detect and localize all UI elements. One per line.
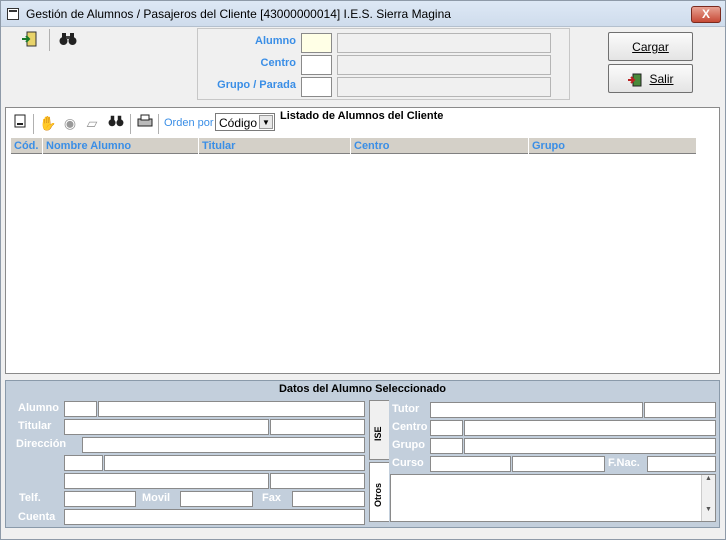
alumno-name-field[interactable] — [98, 401, 365, 417]
grupo-name-field — [337, 77, 551, 97]
detail-title: Datos del Alumno Seleccionado — [278, 383, 447, 395]
toolbar-separator — [33, 114, 34, 134]
eraser-icon[interactable]: ▱ — [82, 113, 102, 133]
chevron-up-icon[interactable]: ▲ — [702, 475, 715, 482]
movil-label: Movil — [142, 492, 171, 504]
orden-label: Orden por — [164, 117, 214, 129]
orden-value: Código — [219, 116, 258, 130]
titular-label: Titular — [18, 420, 52, 432]
fnac-field[interactable] — [647, 456, 716, 472]
fax-label: Fax — [262, 492, 281, 504]
titular-extra-field[interactable] — [270, 419, 365, 435]
chevron-down-icon[interactable]: ▼ — [259, 115, 273, 129]
alumno-label: Alumno — [255, 35, 296, 47]
binoculars-icon[interactable] — [55, 28, 81, 50]
scrollbar[interactable]: ▲ ▼ — [701, 475, 715, 521]
centro-code-field[interactable] — [430, 420, 463, 436]
tab-ise[interactable]: ISE — [369, 400, 389, 460]
titular-field[interactable] — [64, 419, 269, 435]
col-nombre[interactable]: Nombre Alumno — [43, 138, 199, 154]
col-grupo[interactable]: Grupo — [529, 138, 696, 154]
cargar-button[interactable]: Cargar — [608, 32, 693, 61]
eye-icon[interactable]: ◉ — [60, 113, 80, 133]
centro-name-field — [337, 55, 551, 75]
tutor-field[interactable] — [430, 402, 643, 418]
grupo-name-field[interactable] — [464, 438, 716, 454]
curso-field[interactable] — [430, 456, 511, 472]
provincia-field[interactable] — [64, 473, 269, 489]
tutor-label: Tutor — [392, 403, 420, 415]
tab-otros[interactable]: Otros — [369, 462, 389, 522]
student-list-panel: ✋ ◉ ▱ Orden por Código ▼ Listado de Alum… — [5, 107, 720, 374]
cp-field[interactable] — [64, 455, 103, 471]
title-bar: Gestión de Alumnos / Pasajeros del Clien… — [1, 1, 725, 27]
print-icon[interactable] — [134, 113, 156, 133]
telf-label: Telf. — [19, 492, 41, 504]
salir-label: Salir — [649, 72, 674, 86]
hand-icon[interactable]: ✋ — [38, 113, 58, 133]
main-window: Gestión de Alumnos / Pasajeros del Clien… — [0, 0, 726, 540]
alumno-code-field[interactable] — [64, 401, 97, 417]
list-title: Listado de Alumnos del Cliente — [280, 110, 444, 122]
close-button[interactable]: X — [691, 6, 721, 23]
toolbar-separator — [130, 114, 131, 134]
detail-panel: Datos del Alumno Seleccionado Alumno Tit… — [5, 380, 720, 528]
poblacion-field[interactable] — [104, 455, 365, 471]
centro-label: Centro — [392, 421, 428, 433]
movil-field[interactable] — [180, 491, 253, 507]
grupo-code-input[interactable] — [301, 77, 332, 97]
cargar-label: Cargar — [632, 40, 669, 54]
curso-extra-field[interactable] — [512, 456, 605, 472]
window-icon — [7, 8, 19, 20]
fax-field[interactable] — [292, 491, 365, 507]
direccion-label: Dirección — [16, 438, 67, 450]
filter-box: Alumno Centro Grupo / Parada — [197, 28, 570, 100]
curso-label: Curso — [392, 457, 424, 469]
salir-button[interactable]: Salir — [608, 64, 693, 93]
exit-icon[interactable] — [17, 28, 43, 50]
toolbar-separator — [49, 29, 50, 51]
orden-select[interactable]: Código ▼ — [215, 113, 275, 131]
new-doc-icon[interactable] — [10, 113, 30, 133]
telf-field[interactable] — [64, 491, 136, 507]
pais-field[interactable] — [270, 473, 365, 489]
cuenta-label: Cuenta — [18, 511, 56, 523]
grupo-code-field[interactable] — [430, 438, 463, 454]
direccion-field[interactable] — [82, 437, 365, 453]
grupo-label: Grupo — [392, 439, 425, 451]
list-header: Cód. Nombre Alumno Titular Centro Grupo — [11, 137, 696, 154]
chevron-down-icon[interactable]: ▼ — [702, 506, 715, 513]
otros-textarea[interactable]: ▲ ▼ — [390, 474, 716, 522]
grupo-label: Grupo / Parada — [217, 79, 296, 91]
centro-name-field[interactable] — [464, 420, 716, 436]
col-cod[interactable]: Cód. — [11, 138, 43, 154]
window-title: Gestión de Alumnos / Pasajeros del Clien… — [26, 7, 451, 21]
alumno-name-field — [337, 33, 551, 53]
col-titular[interactable]: Titular — [199, 138, 351, 154]
col-centro[interactable]: Centro — [351, 138, 529, 154]
alumno-code-input[interactable] — [301, 33, 332, 53]
cuenta-field[interactable] — [64, 509, 365, 525]
tab-ise-label: ISE — [373, 426, 383, 441]
toolbar-separator — [158, 114, 159, 134]
centro-label: Centro — [260, 57, 296, 69]
alumno-label: Alumno — [18, 402, 59, 414]
tab-otros-label: Otros — [373, 482, 383, 507]
centro-code-input[interactable] — [301, 55, 332, 75]
search-icon[interactable] — [106, 113, 126, 133]
tutor-extra-field[interactable] — [644, 402, 716, 418]
fnac-label: F.Nac. — [608, 457, 640, 469]
door-icon — [628, 73, 642, 87]
